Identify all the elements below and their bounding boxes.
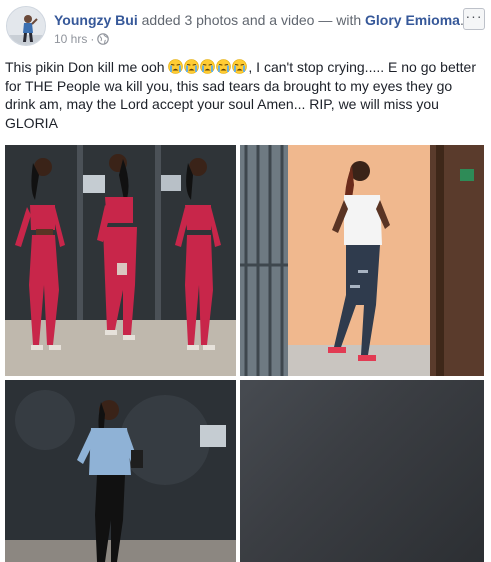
video-thumbnail[interactable] xyxy=(240,380,484,562)
photo-3[interactable] xyxy=(5,380,236,562)
crying-face-icon xyxy=(184,59,200,74)
more-options-icon: ··· xyxy=(465,8,483,24)
facebook-post: Youngzy Bui added 3 photos and a video —… xyxy=(0,0,491,562)
photo-2[interactable] xyxy=(240,145,484,376)
crying-face-icon xyxy=(168,59,184,74)
author-name-link[interactable]: Youngzy Bui xyxy=(54,12,138,28)
public-audience-icon[interactable] xyxy=(97,33,110,49)
tagged-friend-link[interactable]: Glory Emioma xyxy=(365,12,460,28)
media-grid xyxy=(5,145,484,562)
emoji-group xyxy=(168,59,248,75)
post-header: Youngzy Bui added 3 photos and a video —… xyxy=(6,6,485,50)
post-message: This pikin Don kill me ooh , I can't sto… xyxy=(5,58,483,132)
post-meta: 10 hrs · xyxy=(54,31,110,49)
crying-face-icon xyxy=(216,59,232,74)
crying-face-icon xyxy=(200,59,216,74)
post-headline: Youngzy Bui added 3 photos and a video —… xyxy=(54,11,464,29)
post-action-text: added 3 photos and a video — with xyxy=(141,12,362,28)
photo-1[interactable] xyxy=(5,145,236,376)
post-text-part-1: This pikin Don kill me ooh xyxy=(5,59,169,75)
author-avatar[interactable] xyxy=(6,6,46,46)
crying-face-icon xyxy=(232,59,248,74)
post-options-button[interactable]: ··· xyxy=(463,8,485,30)
post-timestamp-link[interactable]: 10 hrs xyxy=(54,32,87,46)
